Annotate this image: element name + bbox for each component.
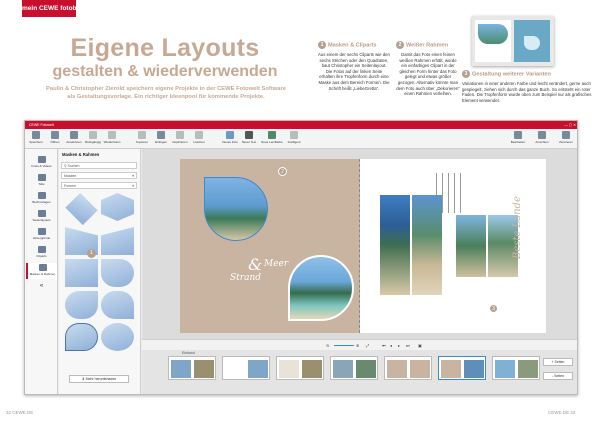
- chevron-down-icon: ▾: [132, 184, 134, 188]
- meer-text[interactable]: Meer: [264, 259, 288, 269]
- headline-line1: Eigene Layouts: [70, 34, 260, 62]
- collapse-icon[interactable]: «: [26, 283, 57, 299]
- add-pages-button[interactable]: + Seiten: [543, 358, 573, 366]
- clipart-line: [442, 173, 443, 213]
- step-3-title: 3 Gestaltung weiterer Varianten: [462, 70, 592, 78]
- open-button[interactable]: Öffnen: [46, 131, 64, 148]
- photobook-preview-image: [472, 16, 554, 66]
- shape-drop-3[interactable]: [101, 291, 134, 319]
- page-thumbnail[interactable]: [492, 356, 540, 380]
- more-download-button[interactable]: ⬇ Mehr herunterladen: [69, 375, 129, 383]
- clipart-line: [448, 173, 449, 213]
- title-bar: CEWE Fotowelt — ▢ ✕: [25, 121, 577, 129]
- photo-strip-1[interactable]: [380, 195, 410, 295]
- shape-drop[interactable]: [101, 259, 134, 287]
- smart-button[interactable]: Intelligent: [285, 131, 303, 148]
- amp-text[interactable]: &: [248, 255, 262, 274]
- undo-button[interactable]: Rückgängig: [84, 131, 102, 148]
- page-thumbnail[interactable]: [330, 356, 378, 380]
- page-strip: Einband + Seiten - Seiten: [142, 350, 577, 394]
- remove-pages-button[interactable]: - Seiten: [543, 372, 573, 380]
- app-title: CEWE Fotowelt: [29, 123, 54, 127]
- page-number-left: 32 CEWE.DE: [6, 410, 34, 415]
- copy-button[interactable]: Kopieren: [133, 131, 151, 148]
- intro-text: Paulin & Christopher Zierold speichern e…: [46, 86, 286, 100]
- shapes-dropdown[interactable]: Formen ▾: [61, 182, 137, 189]
- page-thumbnail[interactable]: [276, 356, 324, 380]
- shape-hexagon[interactable]: [101, 193, 134, 221]
- sidebar-item-styles[interactable]: Stile: [26, 173, 57, 189]
- toolbar: Speichern Öffnen Ausdehnen Rückgängig Wi…: [25, 129, 577, 149]
- center-button[interactable]: Zentrieren: [557, 131, 575, 148]
- redo-button[interactable]: Wiederholen: [103, 131, 121, 148]
- page-thumbnail-selected[interactable]: [438, 356, 486, 380]
- new-text-button[interactable]: Neuer Text: [240, 131, 258, 148]
- page-thumbnail[interactable]: [384, 356, 432, 380]
- sidebar-item-layouts[interactable]: Seitenlayouts: [26, 209, 57, 225]
- callout-3: 3: [489, 304, 498, 313]
- delete-button[interactable]: Löschen: [190, 131, 208, 148]
- callout-2: 2: [278, 167, 287, 176]
- window-controls[interactable]: — ▢ ✕: [564, 121, 576, 129]
- page-thumbnail[interactable]: [222, 356, 270, 380]
- shape-slant-2[interactable]: [101, 227, 134, 255]
- clipart-line: [454, 173, 455, 213]
- search-input[interactable]: ⚲ Suchen: [61, 162, 137, 169]
- shape-oval[interactable]: [101, 323, 134, 351]
- masks-panel: Masken & Rahmen ⚲ Suchen Masken ▾ Formen ▾…: [59, 149, 141, 394]
- shape-drop-2[interactable]: [65, 291, 98, 319]
- photo-drop-beach-1[interactable]: [204, 177, 268, 241]
- chevron-down-icon: ▾: [132, 174, 134, 178]
- sidebar-item-masks[interactable]: Masken & Rahmen: [26, 263, 57, 279]
- callout-1: 1: [87, 249, 96, 258]
- step-3-text: Variationen in einer anderen Farbe und l…: [462, 81, 592, 103]
- photo-drop-beach-2[interactable]: [288, 255, 354, 321]
- strand-text[interactable]: Strand: [230, 273, 261, 283]
- paste-button[interactable]: Einfügen: [152, 131, 170, 148]
- page-number-right: CEWE.DE 33: [548, 410, 576, 415]
- shape-diamond[interactable]: [65, 192, 98, 226]
- zoom-bar: ⊖ ⊕ ⤢ ⏮ ◂ ▸ ⏭ ▣: [142, 339, 577, 350]
- sidebar-item-backgrounds[interactable]: Hintergründe: [26, 227, 57, 243]
- views-button[interactable]: Ansichten: [533, 131, 551, 148]
- step-1-title: 1 Masken & Cliparts: [318, 41, 390, 49]
- step-2-title: 2 Weißer Rahmen: [396, 41, 460, 49]
- masks-dropdown[interactable]: Masken ▾: [61, 172, 137, 179]
- sidebar-item-cliparts[interactable]: Cliparts: [26, 245, 57, 261]
- brand-logo: mein CEWE fotobuch: [22, 0, 88, 17]
- expand-button[interactable]: Ausdehnen: [65, 131, 83, 148]
- clipart-line: [460, 173, 461, 213]
- step-1: 1 Masken & Cliparts Aus einem der sechs C…: [318, 41, 390, 91]
- cover-label: Einband: [182, 351, 195, 355]
- step-1-text: Aus einem der sechs Cliparts wie den sec…: [318, 52, 390, 91]
- zoom-slider[interactable]: [334, 345, 354, 346]
- new-photo-button[interactable]: Neues Foto: [221, 131, 239, 148]
- app-window: CEWE Fotowelt — ▢ ✕ Speichern Öffnen Aus…: [24, 120, 578, 395]
- page-thumbnail[interactable]: [168, 356, 216, 380]
- step-2: 2 Weißer Rahmen Damit das Foto einen fein…: [396, 41, 460, 97]
- step-2-text: Damit das Foto einen feinen weißen Rahme…: [396, 52, 460, 97]
- panel-title: Masken & Rahmen: [62, 152, 100, 157]
- photo-strip-2[interactable]: [412, 195, 442, 295]
- headline-line2: gestalten & wiederverwenden: [52, 63, 278, 80]
- sidebar-item-photos[interactable]: Fotos & Videos: [26, 155, 57, 171]
- sidebar-item-templates[interactable]: Buchvorlagen: [26, 191, 57, 207]
- new-area-button[interactable]: Neue Leinfläche: [261, 131, 283, 148]
- left-page[interactable]: & Meer Strand 2: [180, 159, 360, 333]
- photo-strip-3[interactable]: [456, 215, 486, 277]
- sidebar: Fotos & Videos Stile Buchvorlagen Seiten…: [25, 149, 58, 394]
- shape-rectangle[interactable]: [65, 259, 98, 287]
- duplicate-button[interactable]: Duplizieren: [171, 131, 189, 148]
- save-button[interactable]: Speichern: [27, 131, 45, 148]
- edit-button[interactable]: Bearbeiten: [509, 131, 527, 148]
- step-3: 3 Gestaltung weiterer Varianten Variation…: [462, 70, 592, 103]
- right-page[interactable]: Beste Lande: [360, 159, 546, 333]
- vertical-title-text[interactable]: Beste Lande: [512, 196, 523, 259]
- shape-drop-selected[interactable]: [65, 323, 98, 351]
